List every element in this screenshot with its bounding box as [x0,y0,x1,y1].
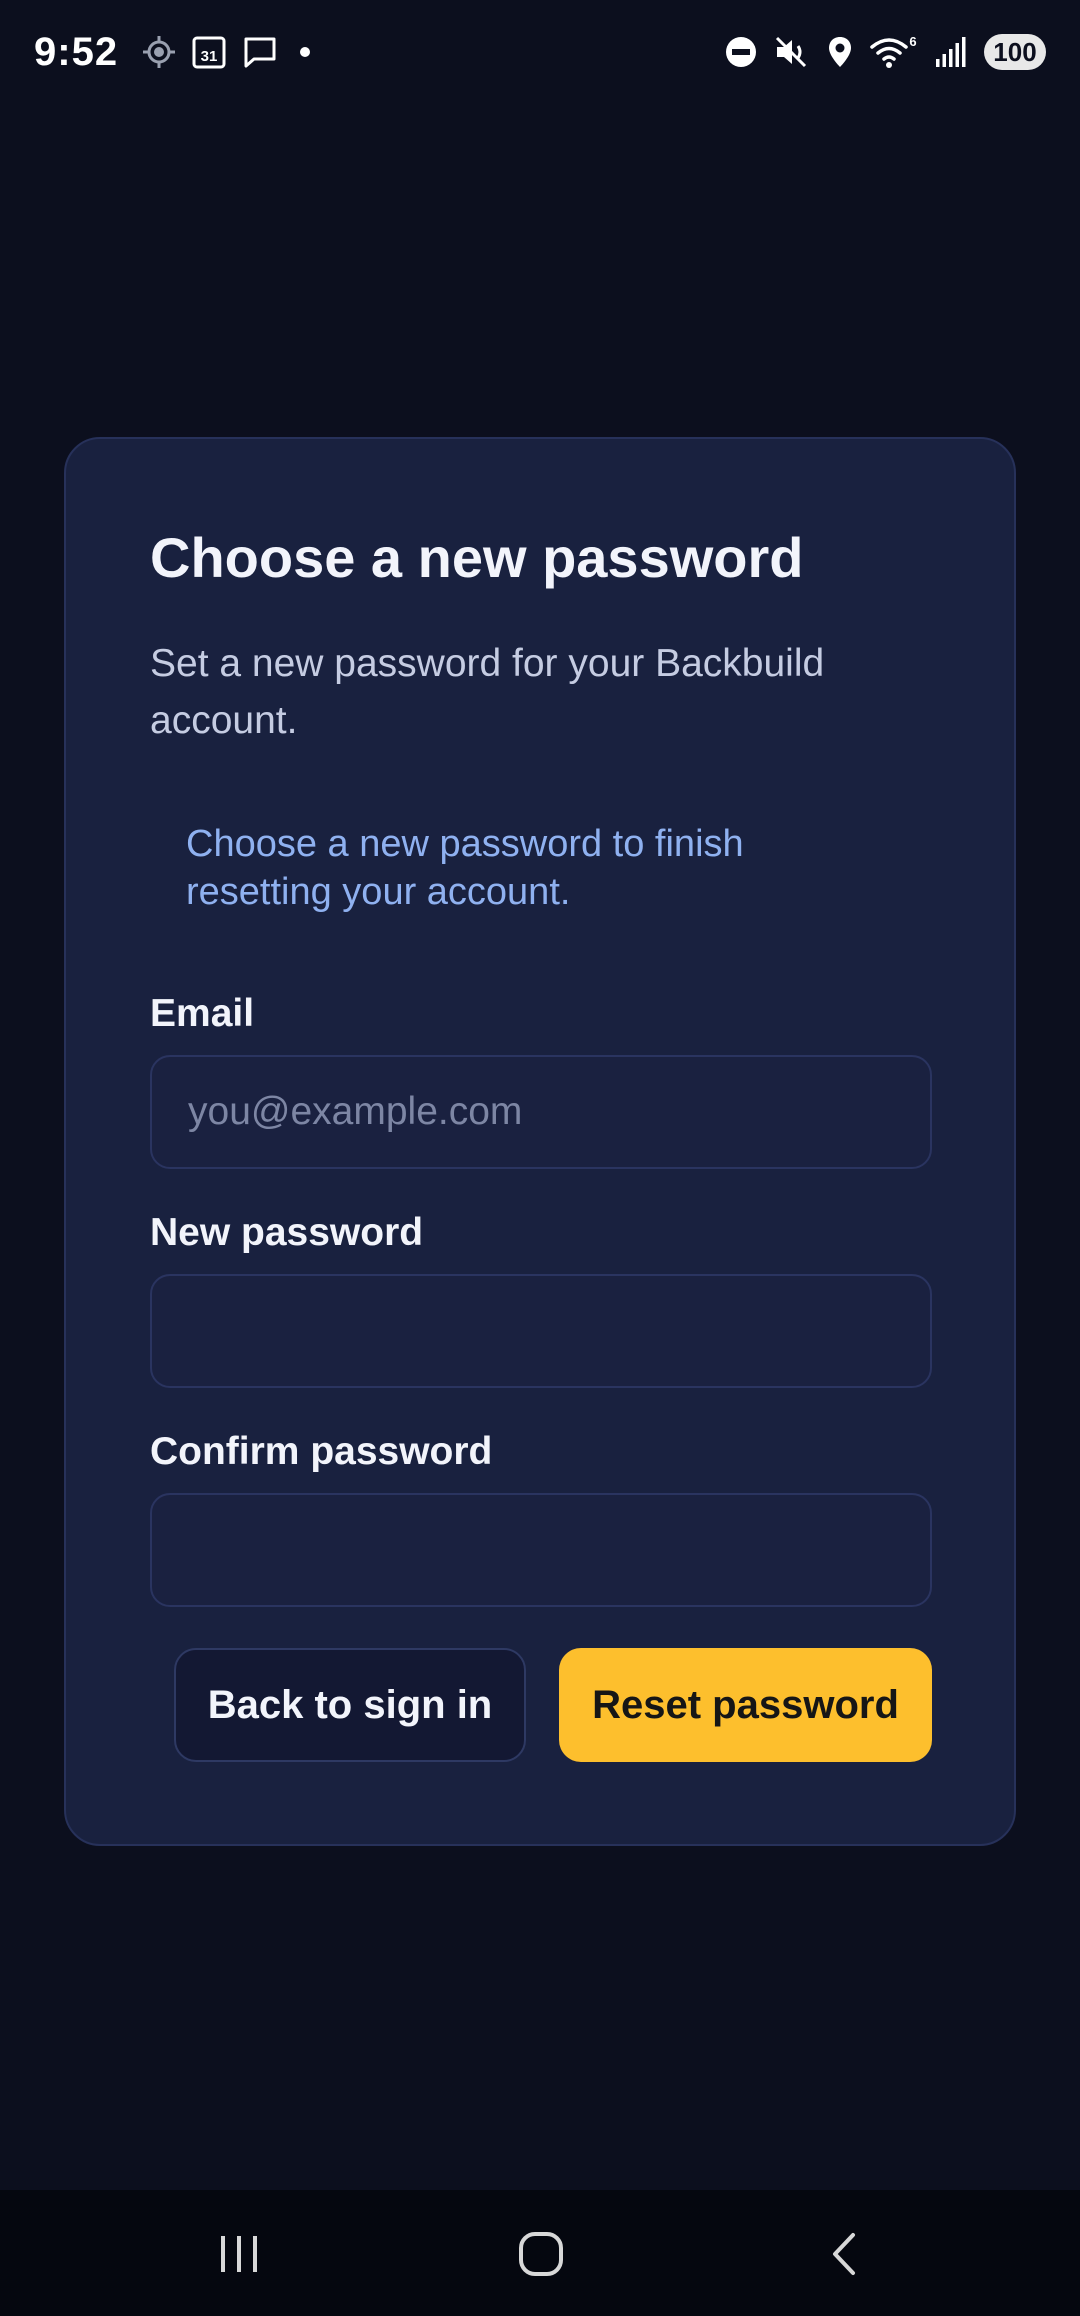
mute-icon [774,35,810,69]
calendar-icon: 31 [192,35,226,69]
new-password-field[interactable] [150,1274,932,1388]
location-target-icon [142,35,176,69]
confirm-password-label: Confirm password [150,1430,493,1473]
location-pin-icon [826,35,854,69]
back-to-sign-in-button[interactable]: Back to sign in [174,1648,526,1762]
wifi-badge: 6 [909,35,916,49]
page-subtitle: Set a new password for your Backbuild ac… [150,642,825,742]
back-icon[interactable] [810,2219,880,2289]
status-right: 6 100 [724,34,1046,70]
battery-indicator: 100 [984,34,1046,70]
reset-password-card: Choose a new password Set a new password… [64,437,1016,1846]
signal-icon [934,35,968,69]
calendar-day: 31 [201,48,218,65]
status-bar: 9:52 31 6 100 [0,0,1080,104]
email-label: Email [150,992,255,1035]
do-not-disturb-icon [724,35,758,69]
page-title: Choose a new password [150,526,804,589]
status-time: 9:52 [34,29,119,74]
info-note: Choose a new password to finish resettin… [186,823,744,913]
notification-dot-icon [294,35,316,69]
status-left: 9:52 31 [34,30,316,75]
recents-icon[interactable] [204,2219,274,2289]
message-icon [242,35,278,69]
confirm-password-field[interactable] [150,1493,932,1607]
email-field[interactable] [150,1055,932,1169]
new-password-label: New password [150,1211,424,1254]
navigation-bar [0,2190,1080,2316]
wifi-icon: 6 [870,35,918,69]
reset-password-button[interactable]: Reset password [559,1648,932,1762]
home-icon[interactable] [506,2219,576,2289]
